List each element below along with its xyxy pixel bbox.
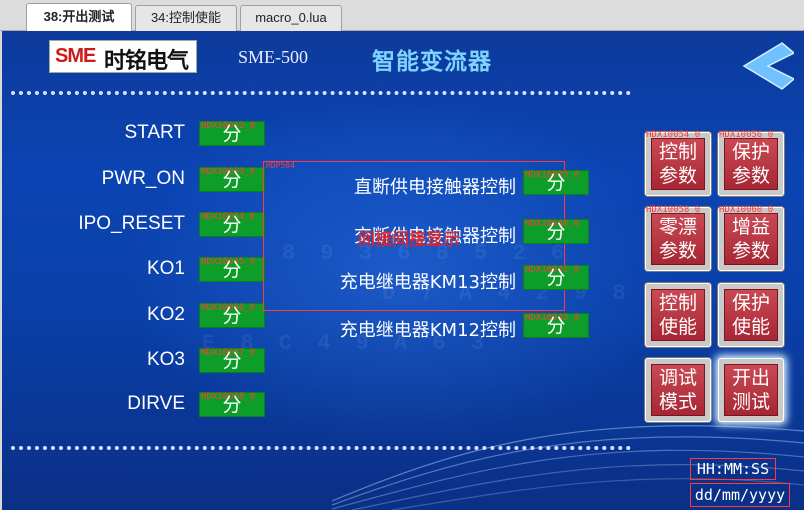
button-line2: 测试	[731, 391, 770, 413]
page-title: 智能变流器	[372, 49, 492, 75]
button-face: 控制 参数	[651, 138, 705, 190]
signal-label: KO3	[146, 349, 185, 370]
button-tag: HDX10058_0	[646, 205, 701, 215]
button-line2: 参数	[731, 165, 770, 187]
contactor-indicator[interactable]: HDX10042_0 分	[523, 313, 589, 338]
group-tag: HDP504	[266, 161, 295, 170]
signal-label: KO2	[146, 304, 185, 325]
button-line1: 开出	[731, 367, 770, 389]
contactor-label: 充电继电器KM13控制	[339, 272, 516, 293]
contactor-label: 充电继电器KM12控制	[339, 320, 516, 341]
hmi-screen: 8 9 3 6 8 5 2 6 D 7 A 4 2 9 8 7 E 8 C 4 …	[2, 31, 804, 510]
indicator-state: 分	[222, 394, 242, 416]
device-model: SME-500	[238, 47, 309, 67]
bottom-divider	[11, 446, 631, 450]
button-line1: 增益	[731, 216, 770, 238]
chevron-left-icon[interactable]	[738, 41, 794, 91]
indirect-display-overlay: 间接间接显示	[358, 230, 460, 250]
clock-time: HH:MM:SS	[690, 458, 776, 480]
indicator-state: 分	[222, 259, 242, 281]
contactor-indicator[interactable]: HDX10041_0 分	[523, 265, 589, 290]
protect-enable-button[interactable]: 保护 使能	[718, 283, 784, 347]
button-tag: HDX10054_0	[646, 130, 701, 140]
signal-label: IPO_RESET	[78, 213, 185, 234]
contactor-label: 直断供电接触器控制	[354, 177, 516, 198]
control-params-button[interactable]: HDX10054_0 控制 参数	[645, 130, 711, 196]
signal-indicator[interactable]: HDX10038_0 分	[199, 392, 265, 417]
button-face: 零漂 参数	[651, 213, 705, 265]
signal-label: START	[124, 122, 185, 143]
signal-indicator[interactable]: HDX10037_0 分	[199, 348, 265, 373]
open-test-button[interactable]: 开出 测试	[718, 358, 784, 422]
button-face: 控制 使能	[651, 289, 705, 341]
contactor-indicator[interactable]: HDX10040_0 分	[523, 219, 589, 244]
indicator-state: 分	[222, 214, 242, 236]
button-line2: 模式	[658, 391, 697, 413]
contactor-indicator[interactable]: HDX10039_0 分	[523, 170, 589, 195]
signal-label: KO1	[146, 258, 185, 279]
button-line2: 参数	[658, 240, 697, 262]
indicator-state: 分	[546, 172, 566, 194]
protect-params-button[interactable]: HDX10056_0 保护 参数	[718, 130, 784, 196]
button-face: 保护 参数	[724, 138, 778, 190]
button-face: 开出 测试	[724, 364, 778, 416]
button-line2: 参数	[658, 165, 697, 187]
button-line2: 参数	[731, 240, 770, 262]
control-enable-button[interactable]: 控制 使能	[645, 283, 711, 347]
gain-params-button[interactable]: HDX10060_0 增益 参数	[718, 205, 784, 271]
signal-indicator[interactable]: HDX10032_0 分	[199, 121, 265, 146]
button-line1: 零漂	[658, 216, 697, 238]
indicator-state: 分	[222, 169, 242, 191]
clock-date: dd/mm/yyyy	[690, 483, 790, 507]
debug-mode-button[interactable]: 调试 模式	[645, 358, 711, 422]
signal-label: PWR_ON	[101, 168, 185, 189]
tab-macro-lua[interactable]: macro_0.lua	[240, 5, 342, 31]
indicator-state: 分	[222, 123, 242, 145]
button-tag: HDX10060_0	[719, 205, 774, 215]
indicator-state: 分	[222, 350, 242, 372]
tab-bar: 38:开出测试 34:控制使能 macro_0.lua	[0, 0, 804, 31]
button-tag: HDX10056_0	[719, 130, 774, 140]
logo-brand: SME	[55, 45, 96, 67]
button-line2: 使能	[731, 316, 770, 338]
company-logo: SME 时铭电气	[49, 40, 197, 74]
indicator-state: 分	[546, 221, 566, 243]
signal-label: DIRVE	[127, 393, 185, 414]
button-line1: 控制	[658, 141, 697, 163]
indicator-state: 分	[546, 315, 566, 337]
indicator-state: 分	[546, 267, 566, 289]
button-line1: 控制	[658, 292, 697, 314]
tab-control-enable[interactable]: 34:控制使能	[135, 5, 237, 31]
button-line2: 使能	[658, 316, 697, 338]
hmi-editor-window: 38:开出测试 34:控制使能 macro_0.lua 8 9 3 6 8 5 …	[0, 0, 804, 510]
zero-drift-params-button[interactable]: HDX10058_0 零漂 参数	[645, 205, 711, 271]
button-face: 调试 模式	[651, 364, 705, 416]
button-line1: 调试	[658, 367, 697, 389]
button-line1: 保护	[731, 141, 770, 163]
indicator-state: 分	[222, 305, 242, 327]
button-face: 增益 参数	[724, 213, 778, 265]
button-line1: 保护	[731, 292, 770, 314]
top-divider	[11, 91, 631, 95]
logo-cn: 时铭电气	[104, 49, 189, 74]
button-face: 保护 使能	[724, 289, 778, 341]
tab-open-test[interactable]: 38:开出测试	[26, 3, 132, 31]
